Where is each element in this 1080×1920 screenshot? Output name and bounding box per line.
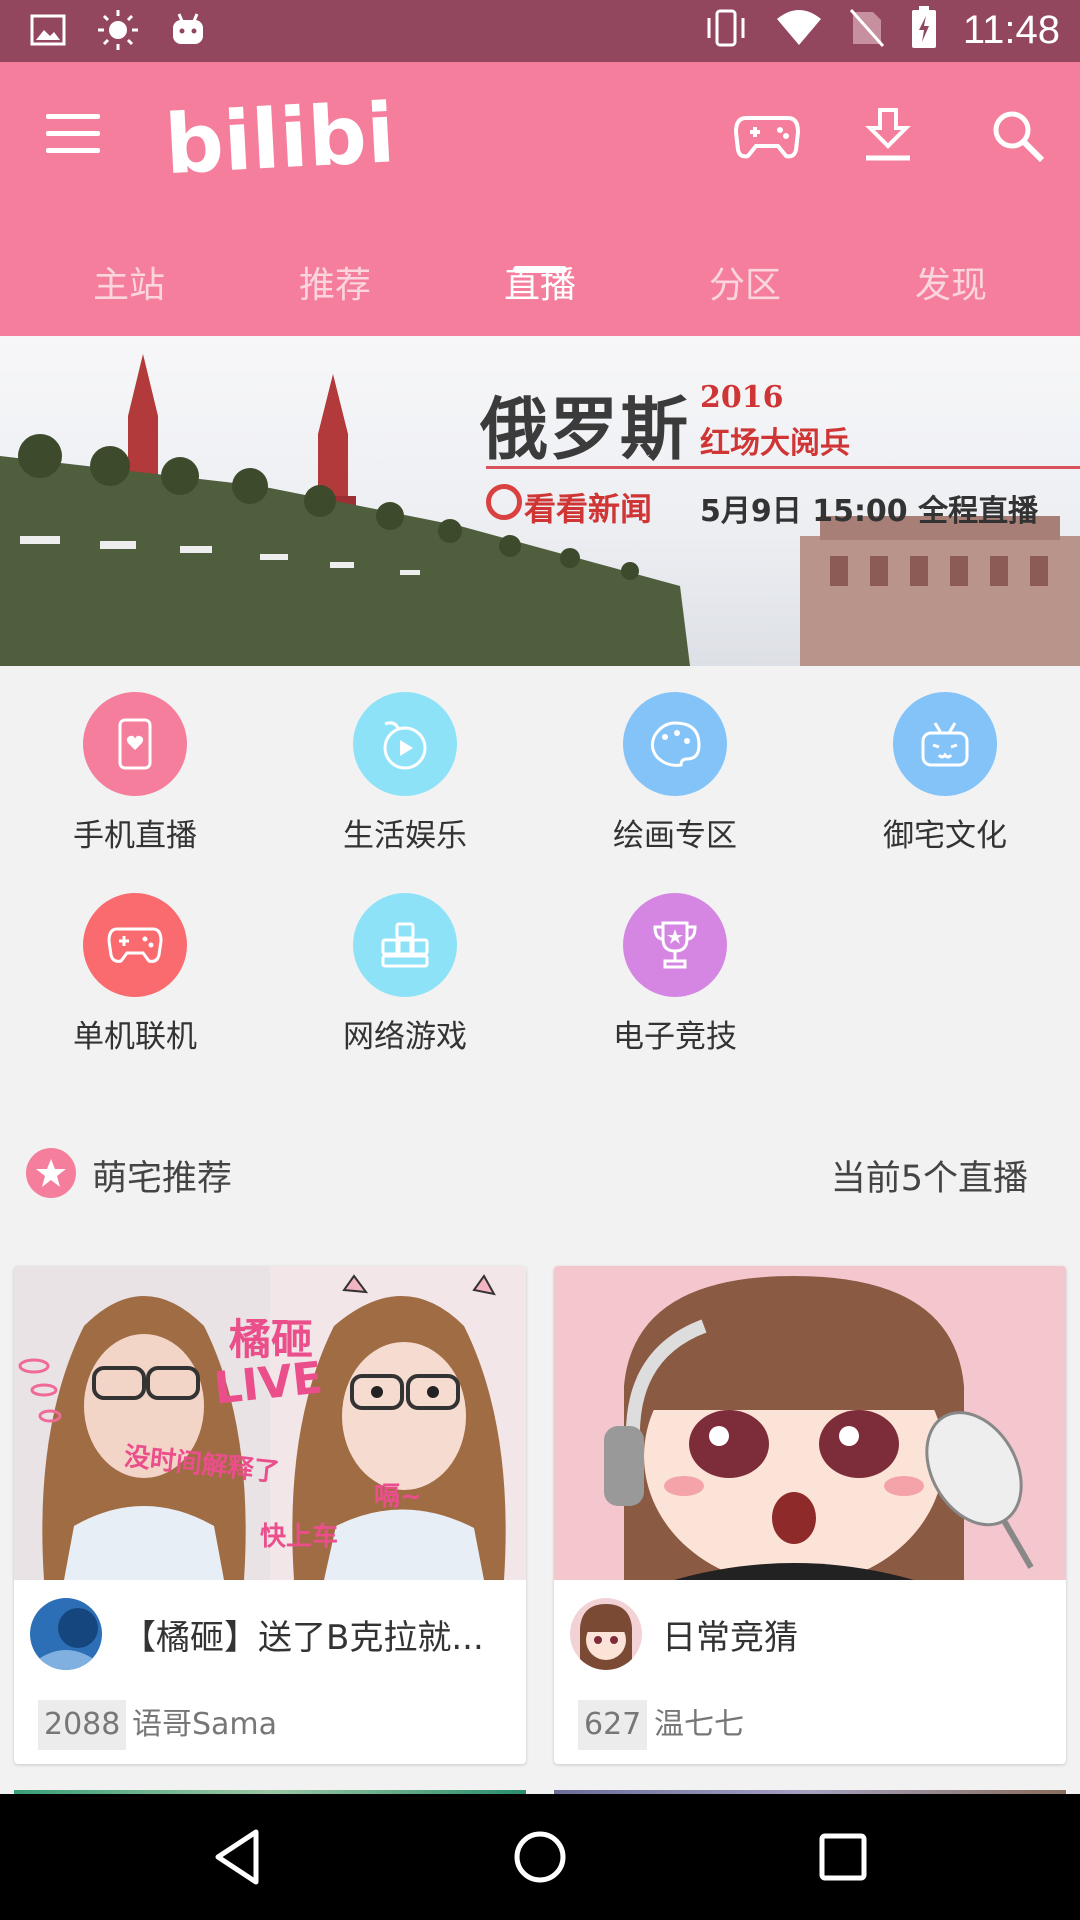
category-online-games[interactable]: 网络游戏 xyxy=(270,893,540,1056)
clock: 11:48 xyxy=(962,7,1060,52)
banner-year: 2016 xyxy=(700,380,784,415)
category-lifestyle[interactable]: 生活娱乐 xyxy=(270,692,540,855)
streamer-avatar[interactable] xyxy=(30,1598,102,1670)
category-esports[interactable]: 电子竞技 xyxy=(540,893,810,1056)
streamer-avatar[interactable] xyxy=(570,1598,642,1670)
android-icon xyxy=(170,12,206,52)
gamepad-icon xyxy=(83,893,187,997)
recents-icon[interactable] xyxy=(808,1824,878,1890)
bilibili-logo: bilibili xyxy=(163,82,454,196)
banner-subtitle: 红场大阅兵 xyxy=(700,426,850,461)
promo-banner[interactable]: 俄罗斯 2016 红场大阅兵 看看新闻 5月9日 15:00 全程直播 xyxy=(0,336,1080,666)
menu-icon[interactable] xyxy=(46,114,100,156)
stream-title: 日常竞猜 xyxy=(662,1618,798,1658)
no-sim-icon xyxy=(849,8,885,52)
wifi-icon xyxy=(775,9,823,51)
trophy-icon xyxy=(623,893,727,997)
category-single-player[interactable]: 单机联机 xyxy=(0,893,270,1056)
banner-schedule: 5月9日 15:00 全程直播 xyxy=(700,494,1039,529)
back-icon[interactable] xyxy=(204,1824,274,1890)
download-icon[interactable] xyxy=(858,106,928,166)
image-icon xyxy=(30,14,66,50)
category-label: 网络游戏 xyxy=(343,1019,467,1055)
banner-divider xyxy=(486,466,1080,469)
tab-bar: 主站 推荐 直播 分区 发现 xyxy=(0,242,1080,336)
lifestyle-icon xyxy=(353,692,457,796)
game-controller-icon[interactable] xyxy=(732,106,802,166)
category-painting[interactable]: 绘画专区 xyxy=(540,692,810,855)
tab-main[interactable]: 主站 xyxy=(26,256,232,308)
active-tab-indicator xyxy=(513,266,567,273)
tab-discover[interactable]: 发现 xyxy=(848,256,1054,308)
svg-text:bilibili: bilibili xyxy=(165,83,395,192)
category-label: 绘画专区 xyxy=(613,818,737,854)
live-count-link[interactable]: 当前5个直播 xyxy=(831,1150,1028,1201)
section-title: 萌宅推荐 xyxy=(92,1159,233,1199)
home-icon[interactable] xyxy=(505,1824,575,1890)
search-icon[interactable] xyxy=(988,106,1058,166)
section-header: 萌宅推荐 当前5个直播 xyxy=(0,1140,1080,1210)
tv-mascot-icon xyxy=(893,692,997,796)
category-label: 电子竞技 xyxy=(613,1019,737,1055)
stream-thumbnail: 橘砸 LIVE 没时间解释了 快上车 嗝~ xyxy=(14,1266,526,1580)
vibrate-icon xyxy=(703,8,749,52)
system-nav-bar xyxy=(0,1794,1080,1920)
stream-card[interactable]: 橘砸 LIVE 没时间解释了 快上车 嗝~ 【橘砸】送了B克拉就... 2088… xyxy=(14,1266,526,1764)
stream-title: 【橘砸】送了B克拉就... xyxy=(122,1618,484,1658)
thumb-text: 快上车 xyxy=(260,1522,339,1552)
battery-charging-icon xyxy=(911,6,937,54)
status-bar: 11:48 xyxy=(0,0,1080,62)
phone-live-icon xyxy=(83,692,187,796)
palette-icon xyxy=(623,692,727,796)
category-label: 生活娱乐 xyxy=(343,818,467,854)
kankan-news-logo xyxy=(486,484,522,520)
category-label: 御宅文化 xyxy=(883,818,1007,854)
viewer-count: 627 xyxy=(578,1700,648,1750)
stream-card[interactable]: 日常竞猜 627 温七七 xyxy=(554,1266,1066,1764)
brightness-icon xyxy=(96,8,140,56)
stream-thumbnail xyxy=(554,1266,1066,1580)
viewer-count: 2088 xyxy=(38,1700,127,1750)
category-otaku[interactable]: 御宅文化 xyxy=(810,692,1080,855)
category-label: 单机联机 xyxy=(73,1019,197,1055)
category-label: 手机直播 xyxy=(73,818,197,854)
tab-zones[interactable]: 分区 xyxy=(642,256,848,308)
thumb-text: 嗝~ xyxy=(374,1482,422,1512)
streamer-name: 语哥Sama xyxy=(132,1707,278,1742)
tab-recommend[interactable]: 推荐 xyxy=(232,256,438,308)
banner-brand: 看看新闻 xyxy=(524,490,653,528)
keyboard-keys-icon xyxy=(353,893,457,997)
app-bar: bilibili 主站 推荐 直播 分区 发现 xyxy=(0,62,1080,336)
tab-live[interactable]: 直播 xyxy=(437,256,643,308)
star-badge-icon xyxy=(26,1148,76,1198)
banner-title: 俄罗斯 xyxy=(480,391,691,470)
category-phone-live[interactable]: 手机直播 xyxy=(0,692,270,855)
streamer-name: 温七七 xyxy=(654,1707,744,1742)
